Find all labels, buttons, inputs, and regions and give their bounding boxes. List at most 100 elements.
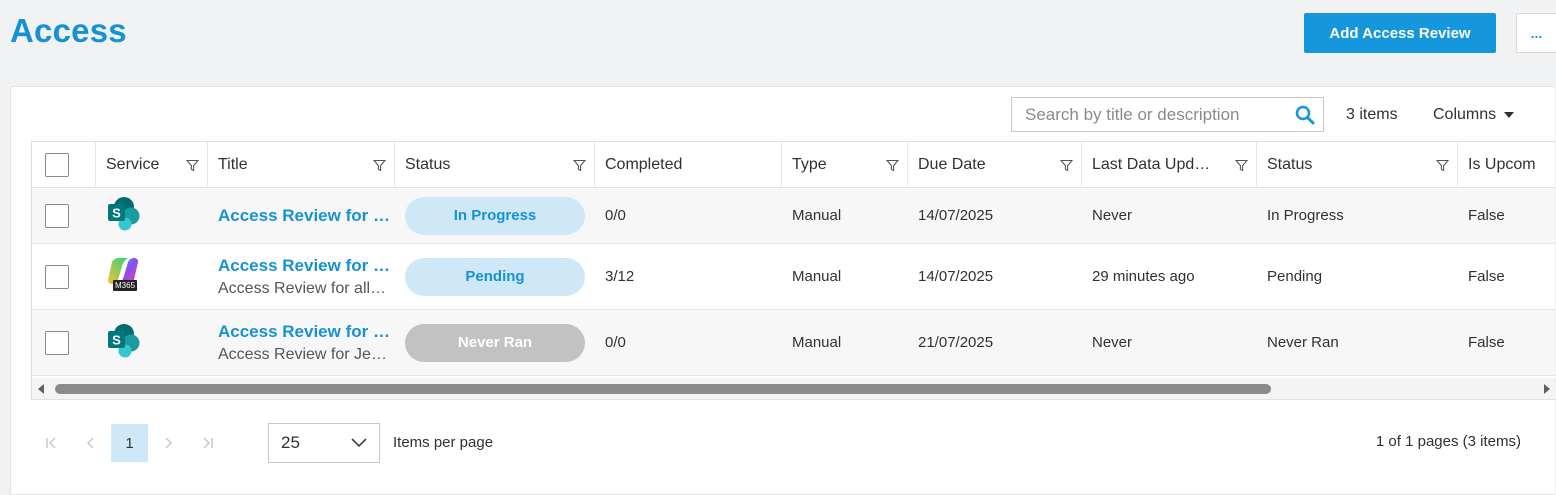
columns-label: Columns — [1433, 106, 1497, 123]
title-cell: Access Review for … — [208, 188, 395, 243]
column-header[interactable]: Last Data Upd… — [1082, 142, 1257, 188]
select-all-header[interactable] — [32, 142, 96, 188]
select-cell — [32, 188, 96, 243]
row-checkbox[interactable] — [45, 264, 69, 289]
column-header[interactable]: Status — [1257, 142, 1458, 188]
prev-page-icon[interactable] — [71, 423, 111, 463]
microsoft-365-icon: M365 — [106, 256, 208, 298]
completed-cell: 3/12 — [605, 268, 635, 285]
select-cell — [32, 310, 96, 375]
filter-icon[interactable] — [1059, 159, 1074, 177]
select-cell — [32, 244, 96, 309]
review-title-link[interactable]: Access Review for … — [218, 322, 390, 342]
search-box — [1011, 97, 1324, 132]
scroll-left-icon[interactable] — [38, 384, 44, 394]
column-header[interactable]: Due Date — [908, 142, 1082, 188]
filter-icon[interactable] — [1435, 159, 1450, 177]
column-header[interactable]: Title — [208, 142, 395, 188]
column-header-label: Due Date — [918, 156, 986, 173]
first-page-icon[interactable] — [31, 423, 71, 463]
column-header[interactable]: Completed — [595, 142, 782, 188]
due-date-cell: 14/07/2025 — [918, 268, 994, 285]
table-row[interactable]: M365 Access Review for … Access Review for… — [32, 244, 1555, 310]
row-checkbox[interactable] — [45, 330, 69, 355]
status-text-cell: Pending — [1267, 268, 1323, 285]
due-date-cell: 14/07/2025 — [918, 207, 994, 224]
is-upcoming-cell: False — [1468, 207, 1505, 224]
service-cell: M365 — [96, 244, 208, 309]
status-cell: Pending — [395, 244, 595, 309]
type-cell: Manual — [792, 334, 842, 351]
column-header-label: Title — [218, 156, 248, 173]
page-title: Access — [10, 12, 127, 49]
filter-icon[interactable] — [885, 159, 900, 177]
type-cell: Manual — [792, 207, 842, 224]
status-text-cell: Never Ran — [1267, 334, 1339, 351]
filter-icon[interactable] — [372, 159, 387, 177]
type-cell: Manual — [792, 268, 842, 285]
column-header-label: Status — [405, 156, 451, 173]
scrollbar-thumb[interactable] — [55, 384, 1271, 394]
horizontal-scrollbar[interactable] — [32, 378, 1555, 399]
select-all-checkbox[interactable] — [45, 153, 69, 177]
access-reviews-card: 3 items Columns Service Title Status Comple… — [10, 86, 1555, 495]
chevron-down-icon — [351, 438, 367, 448]
column-header-label: Last Data Upd… — [1092, 156, 1211, 173]
service-cell: S — [96, 310, 208, 375]
due-date-cell: 21/07/2025 — [918, 334, 994, 351]
column-header-label: Completed — [605, 156, 683, 173]
search-input[interactable] — [1012, 98, 1287, 131]
items-count: 3 items — [1346, 106, 1398, 123]
status-cell: In Progress — [395, 188, 595, 243]
sharepoint-icon: S — [106, 196, 208, 236]
column-header[interactable]: Service — [96, 142, 208, 188]
last-update-cell: Never — [1092, 207, 1133, 224]
review-description: Access Review for all… — [218, 279, 387, 297]
access-reviews-grid: Service Title Status Completed Type Due Date L… — [31, 141, 1555, 400]
status-cell: Never Ran — [395, 310, 595, 375]
page-button-current[interactable]: 1 — [111, 424, 148, 462]
columns-button[interactable]: Columns — [1433, 106, 1515, 124]
column-header[interactable]: Type — [782, 142, 908, 188]
scroll-right-icon[interactable] — [1544, 384, 1550, 394]
status-badge: Never Ran — [405, 323, 585, 362]
review-title-link[interactable]: Access Review for … — [218, 256, 390, 276]
is-upcoming-cell: False — [1468, 268, 1505, 285]
last-page-icon[interactable] — [188, 423, 228, 463]
is-upcoming-cell: False — [1468, 334, 1505, 351]
filter-icon[interactable] — [1234, 159, 1249, 177]
next-page-icon[interactable] — [148, 423, 188, 463]
table-row[interactable]: S Access Review for … In Progress 0/0 Manual… — [32, 188, 1555, 244]
column-header[interactable]: Status — [395, 142, 595, 188]
filter-icon[interactable] — [572, 159, 587, 177]
column-header-label: Type — [792, 156, 827, 173]
title-cell: Access Review for … Access Review for Je… — [208, 310, 395, 375]
status-badge: In Progress — [405, 196, 585, 235]
filter-icon[interactable] — [185, 159, 200, 177]
review-title-link[interactable]: Access Review for … — [218, 206, 390, 226]
svg-text:S: S — [112, 332, 121, 347]
service-cell: S — [96, 188, 208, 243]
last-update-cell: Never — [1092, 334, 1133, 351]
add-access-review-button[interactable]: Add Access Review — [1304, 13, 1496, 53]
pager-info: 1 of 1 pages (3 items) — [1375, 433, 1521, 450]
last-update-cell: 29 minutes ago — [1092, 268, 1195, 285]
pager: 1 25 Items per page — [31, 423, 493, 463]
more-options-button[interactable]: ... — [1516, 13, 1556, 53]
column-header-label: Service — [106, 156, 160, 173]
completed-cell: 0/0 — [605, 334, 626, 351]
grid-header: Service Title Status Completed Type Due Date L… — [32, 142, 1555, 188]
column-header-label: Status — [1267, 156, 1313, 173]
caret-down-icon — [1504, 112, 1515, 118]
page-size-select[interactable]: 25 — [268, 423, 380, 463]
sharepoint-icon: S — [106, 323, 208, 363]
completed-cell: 0/0 — [605, 207, 626, 224]
page-size-value: 25 — [281, 433, 300, 452]
table-row[interactable]: S Access Review for … Access Review for Je… — [32, 310, 1555, 376]
m365-badge: M365 — [113, 279, 138, 291]
status-badge: Pending — [405, 257, 585, 296]
search-icon[interactable] — [1287, 98, 1323, 131]
column-header[interactable]: Is Upcom — [1458, 142, 1555, 188]
row-checkbox[interactable] — [45, 203, 69, 228]
column-header-label: Is Upcom — [1468, 156, 1536, 173]
